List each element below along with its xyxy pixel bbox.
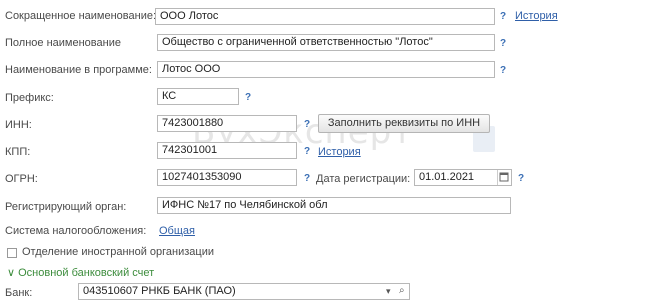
calendar-icon[interactable] — [497, 170, 510, 185]
reg-date-label: Дата регистрации: — [316, 173, 411, 185]
fill-by-inn-button[interactable]: Заполнить реквизиты по ИНН — [318, 114, 490, 133]
short-name-label: Сокращенное наименование: — [5, 10, 157, 22]
bank-section-label: Основной банковский счет — [18, 267, 155, 279]
prefix-help-icon[interactable]: ? — [245, 92, 251, 103]
kpp-history-link[interactable]: История — [318, 146, 361, 158]
open-icon[interactable]: ⌕ — [399, 285, 405, 296]
bank-field[interactable]: 043510607 РНКБ БАНК (ПАО) — [78, 283, 410, 300]
inn-field[interactable]: 7423001880 — [157, 115, 297, 132]
reg-date-value: 01.01.2021 — [419, 171, 475, 183]
prefix-label: Префикс: — [5, 92, 54, 104]
foreign-org-checkbox[interactable] — [7, 248, 17, 258]
dropdown-icon[interactable]: ▾ — [386, 286, 391, 297]
reg-date-help-icon[interactable]: ? — [518, 173, 524, 184]
kpp-field[interactable]: 742301001 — [157, 142, 297, 159]
kpp-help-icon[interactable]: ? — [304, 146, 310, 157]
program-name-label: Наименование в программе: — [5, 64, 152, 76]
foreign-org-label: Отделение иностранной организации — [22, 246, 215, 258]
full-name-help-icon[interactable]: ? — [500, 38, 506, 49]
ogrn-label: ОГРН: — [5, 173, 38, 185]
program-name-field[interactable]: Лотос ООО — [157, 61, 495, 78]
bank-section-toggle[interactable]: ∨ Основной банковский счет — [7, 266, 154, 279]
chevron-down-icon: ∨ — [7, 267, 16, 279]
short-name-field[interactable]: ООО Лотос — [155, 8, 495, 25]
ogrn-help-icon[interactable]: ? — [304, 173, 310, 184]
short-name-history-link[interactable]: История — [515, 10, 558, 22]
bank-label: Банк: — [5, 287, 33, 299]
inn-help-icon[interactable]: ? — [304, 119, 310, 130]
reg-authority-field[interactable]: ИФНС №17 по Челябинской обл — [157, 197, 511, 214]
program-name-help-icon[interactable]: ? — [500, 65, 506, 76]
tax-system-link[interactable]: Общая — [159, 225, 195, 237]
tax-system-label: Система налогообложения: — [5, 225, 147, 237]
full-name-label: Полное наименование — [5, 37, 121, 49]
ogrn-field[interactable]: 1027401353090 — [157, 169, 297, 186]
reg-authority-label: Регистрирующий орган: — [5, 201, 127, 213]
prefix-field[interactable]: КС — [157, 88, 239, 105]
full-name-field[interactable]: Общество с ограниченной ответственностью… — [157, 34, 495, 51]
kpp-label: КПП: — [5, 146, 31, 158]
inn-label: ИНН: — [5, 119, 32, 131]
short-name-help-icon[interactable]: ? — [500, 11, 506, 22]
